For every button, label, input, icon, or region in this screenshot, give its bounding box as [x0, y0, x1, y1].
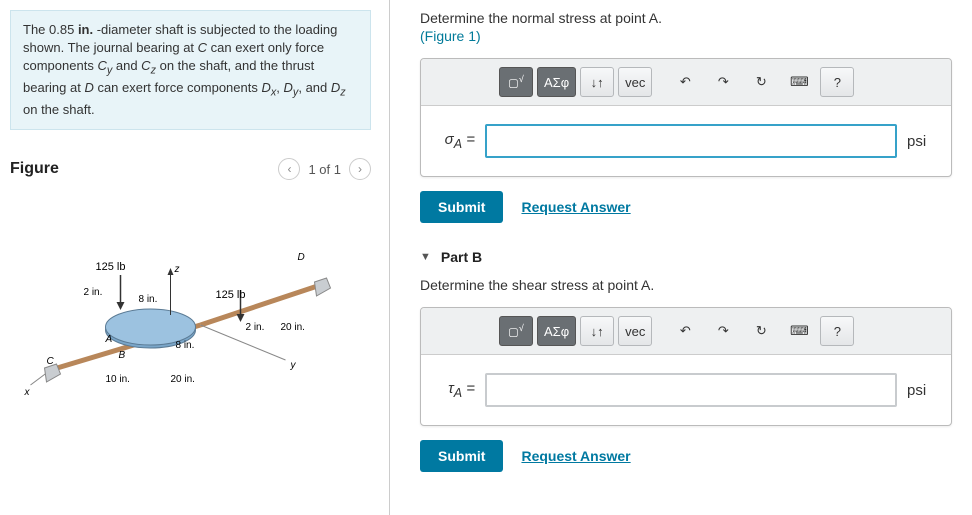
submit-button-b[interactable]: Submit: [420, 440, 503, 472]
figure-pager: ‹ 1 of 1 ›: [278, 158, 371, 180]
figure-link[interactable]: (Figure 1): [420, 28, 952, 44]
variable-label-b: τA =: [435, 380, 475, 400]
greek-button[interactable]: ΑΣφ: [537, 316, 576, 346]
figure-diagram: 125 lb 125 lb 2 in. 8 in. 8 in. 10 in. 2…: [10, 220, 371, 400]
next-figure-button[interactable]: ›: [349, 158, 371, 180]
svg-text:A: A: [105, 334, 113, 345]
request-answer-a[interactable]: Request Answer: [521, 199, 630, 215]
part-b-header[interactable]: ▼ Part B: [420, 249, 952, 265]
svg-text:2 in.: 2 in.: [84, 287, 103, 298]
variable-label-a: σA =: [435, 131, 475, 151]
figure-heading: Figure: [10, 160, 59, 178]
undo-button[interactable]: ↶: [668, 316, 702, 346]
answer-box-a: ▢√ ΑΣφ ↓↑ vec ↶ ↷ ↻ ⌨ ? σA = psi: [420, 58, 952, 177]
help-button[interactable]: ?: [820, 67, 854, 97]
svg-text:10 in.: 10 in.: [106, 374, 130, 385]
answer-box-b: ▢√ ΑΣφ ↓↑ vec ↶ ↷ ↻ ⌨ ? τA = psi: [420, 307, 952, 426]
pager-text: 1 of 1: [308, 162, 341, 177]
svg-text:8 in.: 8 in.: [176, 340, 195, 351]
part-b-prompt: Determine the shear stress at point A.: [420, 277, 952, 293]
svg-text:20 in.: 20 in.: [281, 322, 305, 333]
svg-text:C: C: [47, 356, 55, 367]
answer-input-a[interactable]: [485, 124, 897, 158]
svg-text:125 lb: 125 lb: [216, 289, 246, 301]
svg-text:z: z: [174, 264, 180, 275]
svg-text:y: y: [290, 360, 297, 371]
unit-b: psi: [907, 382, 937, 399]
svg-text:125 lb: 125 lb: [96, 261, 126, 273]
request-answer-b[interactable]: Request Answer: [521, 448, 630, 464]
redo-button[interactable]: ↷: [706, 316, 740, 346]
prev-figure-button[interactable]: ‹: [278, 158, 300, 180]
reset-button[interactable]: ↻: [744, 67, 778, 97]
svg-text:2 in.: 2 in.: [246, 322, 265, 333]
equation-toolbar: ▢√ ΑΣφ ↓↑ vec ↶ ↷ ↻ ⌨ ?: [421, 59, 951, 106]
greek-button[interactable]: ΑΣφ: [537, 67, 576, 97]
keyboard-button[interactable]: ⌨: [782, 67, 816, 97]
part-a-prompt: Determine the normal stress at point A.: [420, 10, 952, 26]
svg-text:D: D: [298, 252, 305, 263]
vector-button[interactable]: vec: [618, 67, 652, 97]
reset-button[interactable]: ↻: [744, 316, 778, 346]
svg-text:8 in.: 8 in.: [139, 294, 158, 305]
subscript-button[interactable]: ↓↑: [580, 316, 614, 346]
problem-statement: The 0.85 in. -diameter shaft is subjecte…: [10, 10, 371, 130]
part-b-heading: Part B: [441, 249, 482, 265]
unit-a: psi: [907, 133, 937, 150]
submit-button-a[interactable]: Submit: [420, 191, 503, 223]
caret-down-icon: ▼: [420, 251, 431, 263]
part-a: Determine the normal stress at point A. …: [420, 10, 952, 223]
help-button[interactable]: ?: [820, 316, 854, 346]
templates-button[interactable]: ▢√: [499, 67, 533, 97]
templates-button[interactable]: ▢√: [499, 316, 533, 346]
svg-text:20 in.: 20 in.: [171, 374, 195, 385]
answer-input-b[interactable]: [485, 373, 897, 407]
subscript-button[interactable]: ↓↑: [580, 67, 614, 97]
svg-text:x: x: [24, 387, 31, 398]
redo-button[interactable]: ↷: [706, 67, 740, 97]
svg-text:B: B: [119, 350, 126, 361]
equation-toolbar-b: ▢√ ΑΣφ ↓↑ vec ↶ ↷ ↻ ⌨ ?: [421, 308, 951, 355]
vector-button[interactable]: vec: [618, 316, 652, 346]
part-b: Determine the shear stress at point A. ▢…: [420, 277, 952, 472]
undo-button[interactable]: ↶: [668, 67, 702, 97]
keyboard-button[interactable]: ⌨: [782, 316, 816, 346]
